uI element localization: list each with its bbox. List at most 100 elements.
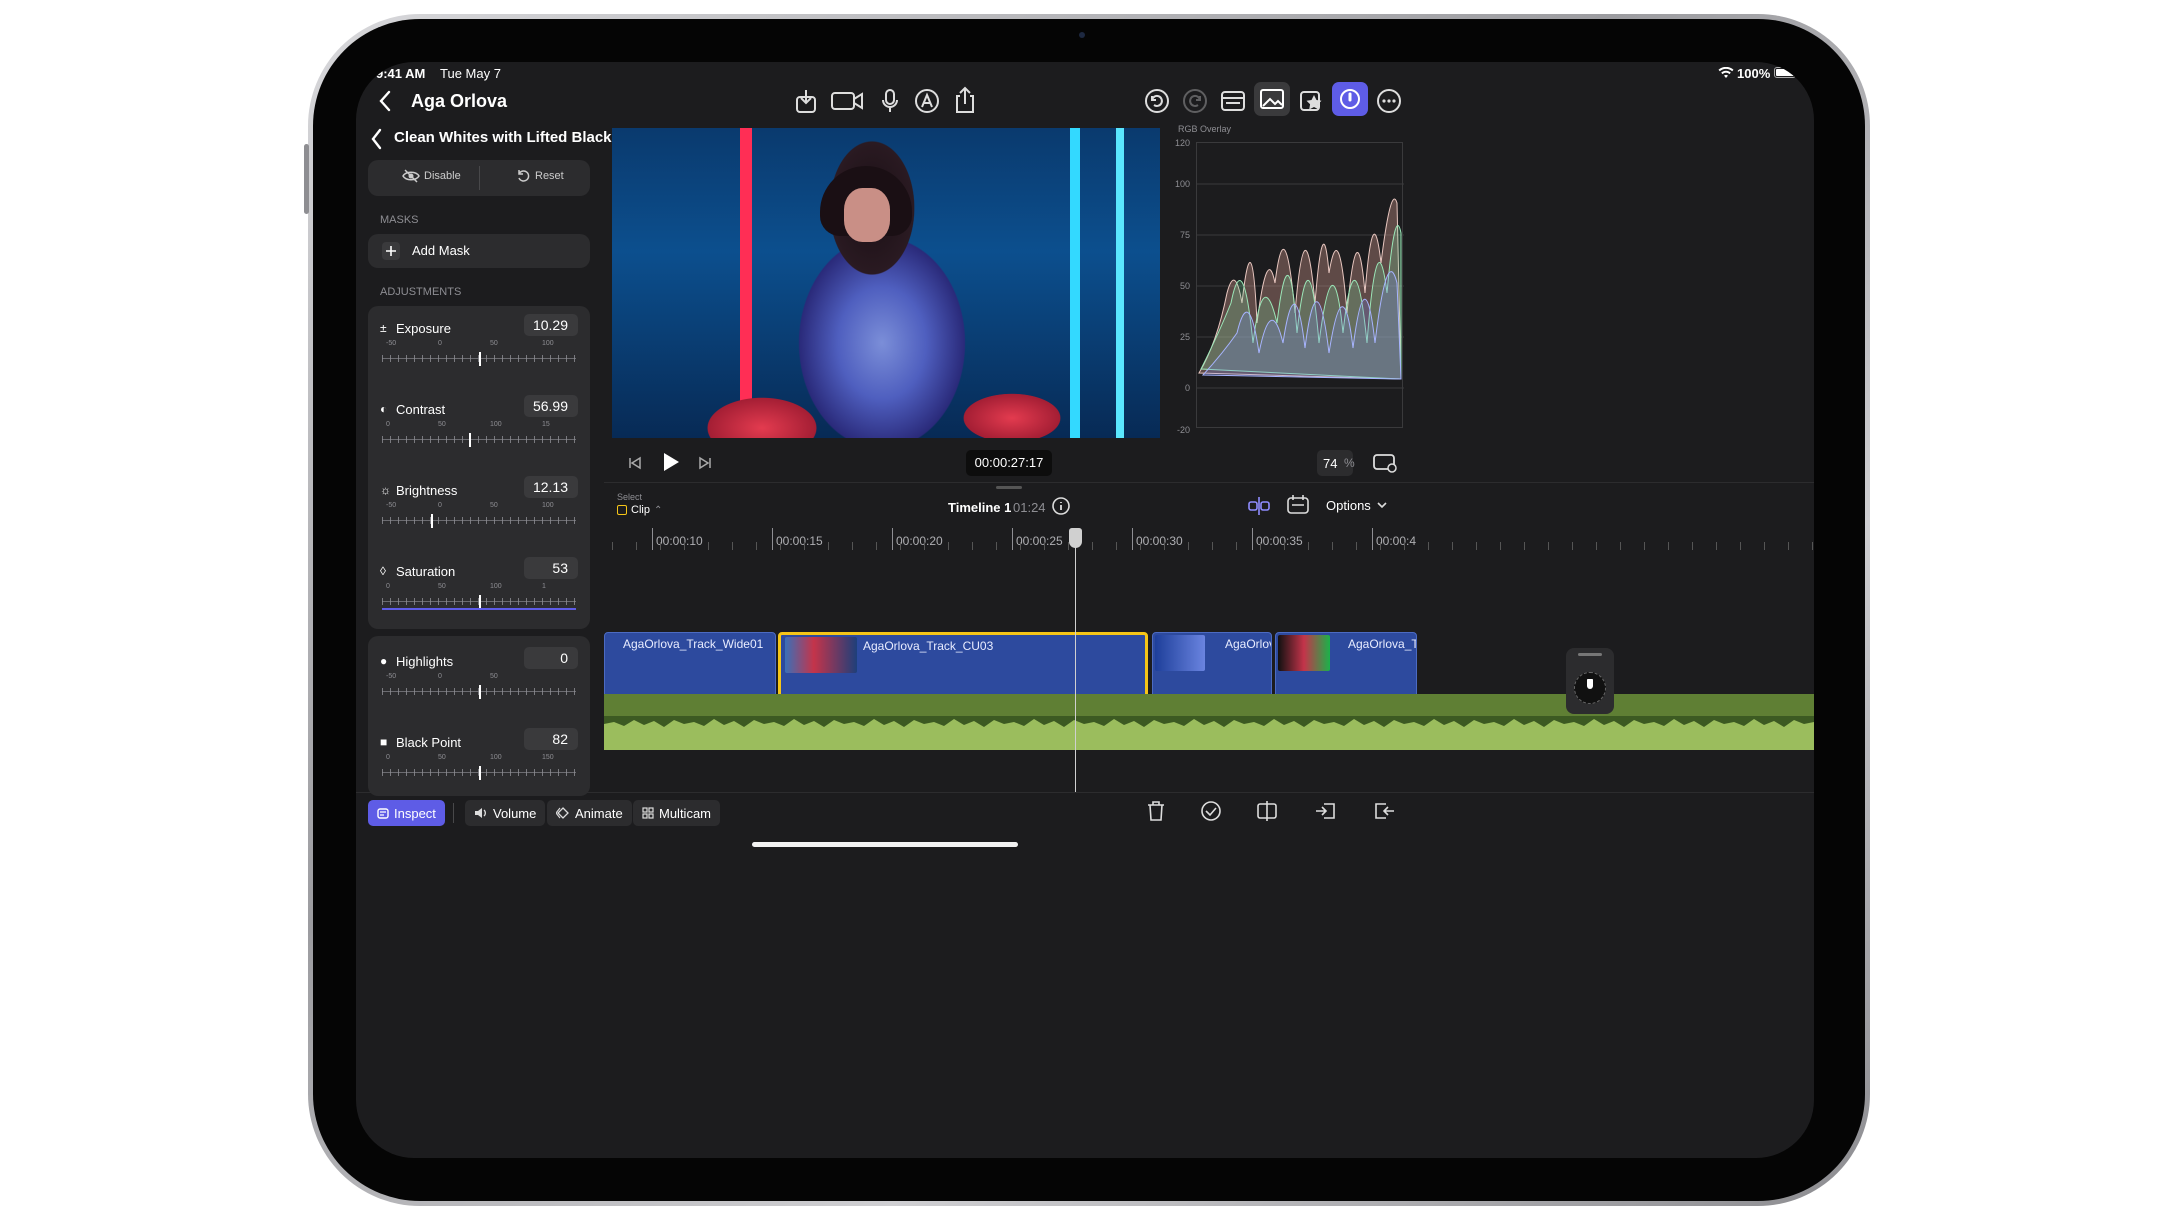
effects-icon[interactable] (1298, 88, 1326, 114)
adjustment-row[interactable]: ■ Black Point 82 (368, 726, 590, 802)
zoom-value: 74 (1323, 456, 1338, 471)
adjustment-value[interactable]: 56.99 (524, 395, 578, 417)
ruler-label: 00:00:25 (1016, 534, 1063, 548)
resize-handle[interactable] (996, 486, 1022, 489)
adjustment-slider[interactable] (382, 595, 576, 610)
info-icon[interactable] (1051, 496, 1071, 516)
scope-waveform (1197, 183, 1404, 389)
animate-button[interactable]: Animate (547, 800, 632, 826)
video-viewer[interactable] (612, 128, 1160, 438)
playhead-handle[interactable] (1069, 528, 1082, 548)
slider-scale-label: 50 (490, 502, 498, 509)
share-icon[interactable] (952, 86, 978, 114)
inspect-button[interactable]: Inspect (368, 800, 445, 826)
previous-frame-icon[interactable] (628, 456, 642, 470)
back-icon[interactable] (378, 90, 392, 112)
snapping-icon[interactable] (1246, 496, 1272, 516)
undo-icon[interactable] (1144, 88, 1170, 114)
slider-scale-label: 50 (438, 754, 446, 761)
adjustment-slider[interactable] (382, 433, 576, 447)
playhead-line[interactable] (1075, 528, 1076, 792)
inspector-toggle-button[interactable] (1332, 82, 1368, 116)
adjustment-row[interactable]: ● Highlights 0 (368, 645, 590, 721)
slider-thumb[interactable] (479, 685, 481, 699)
slider-thumb[interactable] (469, 433, 472, 447)
adjustment-row[interactable]: ◊ Saturation 53 (368, 555, 590, 631)
trim-start-icon[interactable] (1314, 800, 1338, 827)
viewer-toggle-button[interactable] (1254, 82, 1290, 116)
titles-icon[interactable] (914, 88, 940, 114)
ruler-minor-tick (1596, 542, 1597, 550)
ruler-minor-tick (1332, 542, 1333, 550)
timeline-ruler[interactable]: 00:00:10 00:00:15 00:00:20 00:00:25 00:00:30… (604, 528, 1814, 552)
browser-icon[interactable] (1220, 90, 1246, 112)
adjustment-row[interactable]: ◐ Contrast 56.99 (368, 393, 590, 469)
import-icon[interactable] (793, 88, 819, 114)
slider-scale-label: 100 (490, 421, 502, 428)
adjustment-value[interactable]: 10.29 (524, 314, 578, 336)
slider-thumb[interactable] (479, 766, 481, 780)
reset-icon (518, 170, 530, 182)
ruler-tick (1252, 528, 1253, 550)
jog-wheel[interactable] (1566, 648, 1614, 714)
ruler-minor-tick (1476, 542, 1477, 550)
split-icon[interactable] (1256, 800, 1278, 827)
saturation-icon: ◊ (380, 564, 386, 578)
multicam-button[interactable]: Multicam (633, 800, 721, 826)
next-frame-icon[interactable] (698, 456, 712, 470)
slider-scale-label: -50 (386, 340, 397, 347)
options-menu[interactable]: Options (1326, 498, 1387, 513)
adjustment-value[interactable]: 53 (524, 557, 578, 579)
ruler-minor-tick (1500, 542, 1501, 550)
select-mode-value: Clip (631, 504, 650, 516)
slider-thumb[interactable] (479, 595, 481, 609)
volume-button[interactable]: Volume (465, 800, 546, 826)
adjustment-row[interactable]: ☼ Brightness 12.13 (368, 474, 590, 550)
play-icon[interactable] (662, 452, 680, 472)
redo-icon[interactable] (1182, 88, 1208, 114)
trim-end-icon[interactable] (1372, 800, 1396, 827)
ruler-minor-tick (1092, 542, 1093, 550)
checkmark-icon[interactable] (1200, 800, 1222, 827)
adjustment-value[interactable]: 82 (524, 728, 578, 750)
slider-scale-label: 100 (490, 754, 502, 761)
ruler-tick (1132, 528, 1133, 550)
wifi-icon (1718, 67, 1734, 79)
reset-button[interactable]: Reset (516, 169, 564, 183)
slider-scale-label: -50 (386, 502, 397, 509)
ruler-minor-tick (900, 542, 901, 550)
ruler-label: 00:00:35 (1256, 534, 1303, 548)
slider-scale-label: 1 (542, 583, 546, 590)
status-time: 9:41 AM (376, 66, 426, 81)
ruler-minor-tick (660, 542, 661, 550)
adjustment-slider[interactable] (382, 766, 576, 780)
clip-thumbnail (1278, 635, 1330, 671)
inspector-back-icon[interactable] (370, 128, 382, 150)
microphone-icon[interactable] (880, 88, 900, 114)
adjustment-value[interactable]: 12.13 (524, 476, 578, 498)
adjustment-slider[interactable] (382, 685, 576, 699)
slider-scale-label: 50 (490, 340, 498, 347)
ipad-device: 9:41 AM Tue May 7 100% Aga Orlova Clean … (304, 14, 1870, 1206)
select-mode-menu[interactable]: Clip ⌃ (617, 504, 662, 516)
volume-label: Volume (493, 805, 537, 821)
add-mask-button[interactable]: Add Mask (368, 234, 590, 268)
disable-button[interactable]: Disable (402, 169, 461, 183)
adjustment-value[interactable]: 0 (524, 647, 578, 669)
viewer-options-icon[interactable] (1372, 452, 1398, 474)
zoom-field[interactable]: 74 % (1317, 450, 1355, 476)
delete-icon[interactable] (1146, 800, 1166, 827)
timeline-view-icon[interactable] (1286, 494, 1310, 516)
camera-capture-icon[interactable] (830, 90, 864, 112)
more-icon[interactable] (1376, 88, 1402, 114)
ruler-minor-tick (636, 542, 637, 550)
slider-thumb[interactable] (479, 352, 481, 366)
adjustment-row[interactable]: ± Exposure 10.29 (368, 312, 590, 388)
audio-track[interactable] (604, 694, 1814, 750)
slider-scale-label: 100 (542, 340, 554, 347)
slider-thumb[interactable] (430, 514, 433, 528)
adjustment-slider[interactable] (382, 352, 576, 366)
adjustment-slider[interactable] (382, 514, 576, 528)
slider-scale-label: 100 (542, 502, 554, 509)
timecode-display[interactable]: 00:00:27:17 (966, 450, 1052, 476)
